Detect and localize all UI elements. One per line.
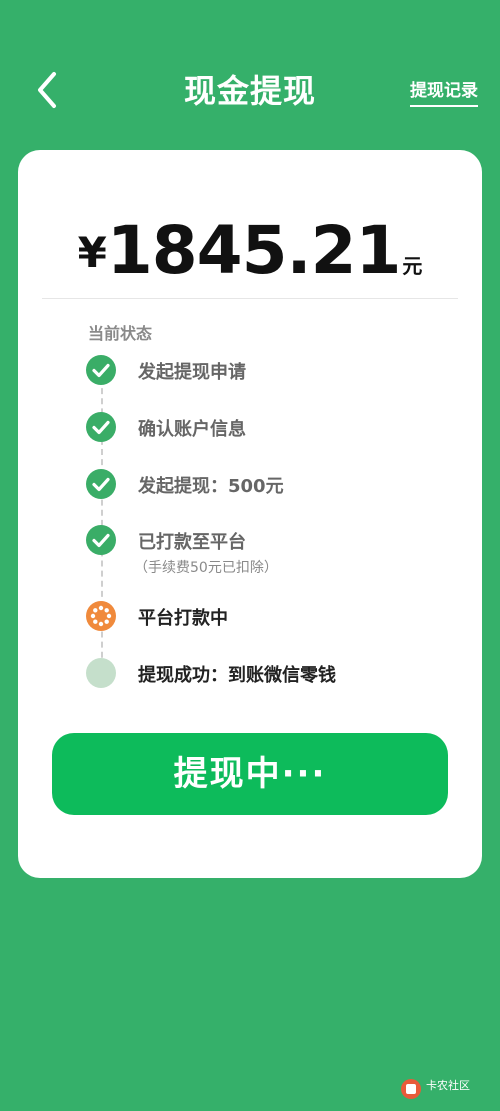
check-circle-icon: [86, 525, 116, 555]
currency-symbol: ¥: [77, 228, 107, 277]
step-title: 提现成功：到账微信零钱: [138, 665, 336, 686]
step-title: 已打款至平台: [138, 532, 246, 553]
header: 现金提现 提现记录: [0, 0, 500, 150]
divider: [42, 298, 458, 299]
back-button[interactable]: [30, 68, 70, 112]
status-label: 当前状态: [88, 324, 153, 343]
watermark-text: 卡农社区: [426, 1079, 470, 1092]
withdrawing-button[interactable]: 提现中···: [52, 733, 448, 815]
amount-display: ¥1845.21 元: [18, 212, 482, 289]
watermark: 卡农社区: [400, 1075, 490, 1105]
chevron-left-icon: [38, 72, 56, 108]
step-title: 确认账户信息: [138, 419, 246, 440]
withdraw-card: ¥1845.21 元 当前状态 发起提现申请 确认账户信息 发起提现：500元 已…: [18, 150, 482, 878]
check-circle-icon: [86, 355, 116, 385]
amount-value: 1845.21: [106, 212, 402, 289]
withdraw-history-link[interactable]: 提现记录: [410, 76, 478, 107]
step-subtitle: （手续费50元已扣除）: [134, 560, 278, 576]
step-title: 平台打款中: [138, 608, 228, 629]
step-title: 发起提现申请: [138, 362, 246, 383]
watermark-logo-icon: [401, 1079, 421, 1099]
amount-unit: 元: [402, 254, 423, 278]
loading-spinner-icon: [86, 601, 116, 631]
check-circle-icon: [86, 469, 116, 499]
step-title: 发起提现：500元: [138, 476, 284, 497]
pending-circle-icon: [86, 658, 116, 688]
check-circle-icon: [86, 412, 116, 442]
